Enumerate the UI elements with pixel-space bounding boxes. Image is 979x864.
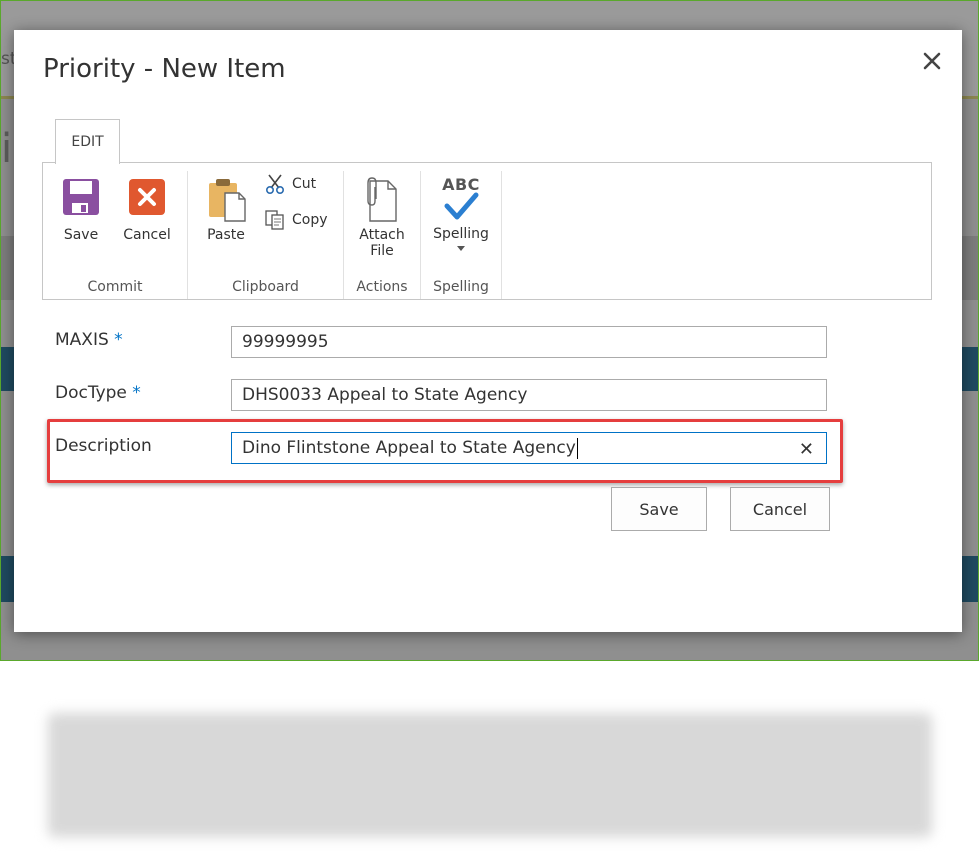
ribbon-group-label: Spelling bbox=[433, 279, 489, 295]
required-marker: * bbox=[114, 330, 123, 350]
required-marker: * bbox=[132, 383, 141, 403]
ribbon: Save Cancel Commit Paste Cut Copy Clipbo… bbox=[42, 162, 932, 300]
scissors-icon bbox=[265, 174, 285, 195]
ribbon-group-label: Clipboard bbox=[232, 279, 299, 295]
ribbon-copy-label: Copy bbox=[292, 212, 328, 228]
ribbon-group-clipboard: Paste Cut Copy Clipboard bbox=[188, 163, 343, 299]
ribbon-cut-button[interactable]: Cut bbox=[264, 173, 316, 195]
ribbon-paste-button[interactable]: Paste bbox=[200, 177, 252, 243]
doctype-value: DHS0033 Appeal to State Agency bbox=[242, 385, 528, 405]
maxis-label: MAXIS * bbox=[55, 330, 123, 350]
ribbon-group-label: Commit bbox=[87, 279, 143, 295]
ribbon-paste-label: Paste bbox=[207, 227, 245, 243]
ribbon-spelling-button[interactable]: ABC Spelling bbox=[427, 175, 495, 251]
save-button[interactable]: Save bbox=[611, 487, 707, 531]
ribbon-cancel-label: Cancel bbox=[123, 227, 171, 243]
save-icon bbox=[63, 179, 99, 215]
ribbon-spelling-label: Spelling bbox=[433, 226, 489, 242]
abc-text: ABC bbox=[442, 175, 480, 194]
ribbon-copy-button[interactable]: Copy bbox=[264, 209, 328, 231]
spelling-check-icon bbox=[444, 192, 479, 220]
dialog-title: Priority - New Item bbox=[43, 54, 286, 84]
ribbon-group-commit: Save Cancel Commit bbox=[43, 163, 187, 299]
ribbon-group-actions: Attach File Actions bbox=[344, 163, 420, 299]
maxis-value: 99999995 bbox=[242, 332, 329, 352]
tab-edit[interactable]: EDIT bbox=[55, 119, 120, 164]
doctype-input[interactable]: DHS0033 Appeal to State Agency bbox=[231, 379, 827, 411]
copy-icon bbox=[265, 210, 284, 230]
new-item-dialog: Priority - New Item EDIT Save Cancel Com… bbox=[14, 30, 962, 632]
background-glyph: i bbox=[1, 126, 13, 172]
chevron-down-icon bbox=[457, 246, 465, 251]
paste-icon bbox=[209, 179, 246, 222]
close-button[interactable] bbox=[917, 46, 947, 76]
maxis-input[interactable]: 99999995 bbox=[231, 326, 827, 358]
ribbon-group-spelling: ABC Spelling Spelling bbox=[421, 163, 501, 299]
close-icon bbox=[923, 52, 941, 70]
ribbon-attach-label: File bbox=[370, 243, 394, 259]
attach-file-icon bbox=[367, 177, 397, 222]
description-highlight-annotation bbox=[47, 419, 843, 483]
ribbon-attach-label: Attach bbox=[359, 227, 405, 243]
maxis-label-text: MAXIS bbox=[55, 330, 109, 350]
ribbon-cut-label: Cut bbox=[292, 176, 317, 192]
ribbon-attach-file-button[interactable]: Attach File bbox=[354, 177, 410, 259]
ribbon-separator bbox=[501, 171, 502, 299]
cancel-icon bbox=[129, 179, 165, 215]
ribbon-save-button[interactable]: Save bbox=[57, 177, 105, 243]
ribbon-save-label: Save bbox=[63, 227, 99, 243]
cancel-button[interactable]: Cancel bbox=[730, 487, 830, 531]
ribbon-group-label: Actions bbox=[356, 279, 408, 295]
ribbon-cancel-button[interactable]: Cancel bbox=[119, 177, 175, 243]
doctype-label: DocType * bbox=[55, 383, 141, 403]
blurred-region bbox=[48, 713, 932, 837]
doctype-label-text: DocType bbox=[55, 383, 127, 403]
